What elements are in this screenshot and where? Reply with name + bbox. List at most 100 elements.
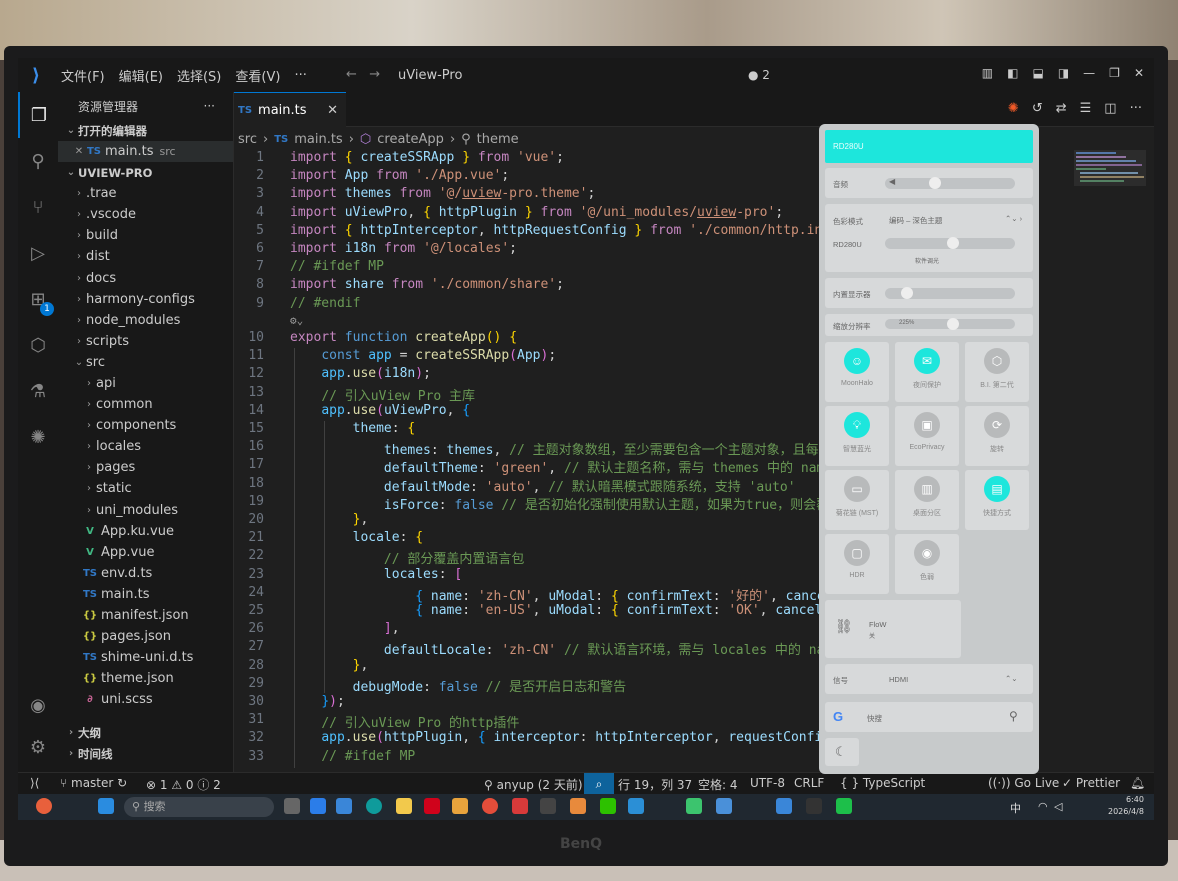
tree-item[interactable]: {} theme.json [58,668,233,689]
window-title[interactable]: uView-Pro [398,68,462,83]
quick-tile[interactable]: ▣ EcoPrivacy [895,406,959,466]
tree-item[interactable]: {} pages.json [58,626,233,647]
volume-slider[interactable]: ◀ [885,177,1015,189]
project-section[interactable]: ⌄ UVIEW-PRO [58,162,233,183]
open-editors-section[interactable]: ⌄ 打开的编辑器 [58,120,233,141]
tree-item[interactable]: › node_modules [58,310,233,331]
minimap[interactable] [1074,150,1146,210]
nav-arrows[interactable]: ← → [346,67,380,82]
vscode-taskbar-icon[interactable] [628,798,644,814]
close-icon[interactable]: ✕ [1134,66,1144,80]
tree-item[interactable]: ⌄ src [58,352,233,373]
tree-item[interactable]: TS env.d.ts [58,563,233,584]
chevron-up-down-icon[interactable]: ⌃⌄ [1005,674,1018,683]
taskbar-search[interactable]: ⚲ 搜索 [124,797,274,817]
indentation[interactable]: 空格: 4 [698,776,738,793]
quick-tile[interactable]: ▤ 快捷方式 [965,470,1029,530]
language-mode[interactable]: { } TypeScript [840,776,925,790]
more-actions-icon[interactable]: ··· [204,99,215,113]
breadcrumb-function[interactable]: createApp [377,132,444,147]
changes-badge[interactable]: ● 2 [748,68,770,82]
testing-icon[interactable]: ⚗ [18,368,58,414]
task-view-icon[interactable] [284,798,300,814]
app-icon[interactable] [452,798,468,814]
chevron-icon[interactable]: ⌃⌄ › [1005,214,1022,223]
source-control-icon[interactable]: ⑂ [18,184,58,230]
layout-icon[interactable]: ▥ [982,66,993,80]
tree-item[interactable]: V App.vue [58,542,233,563]
prettier-status[interactable]: ✓ Prettier [1062,776,1120,790]
tree-item[interactable]: › harmony-configs [58,289,233,310]
tree-item[interactable]: › static [58,478,233,499]
menu-file[interactable]: 文件(F) [54,66,112,85]
quick-tile[interactable]: ▭ 菊花链 (MST) [825,470,889,530]
quick-tile[interactable]: ▥ 桌面分区 [895,470,959,530]
remote-icon[interactable]: ⬡ [18,322,58,368]
sidebar-toggle-icon[interactable]: ◧ [1007,66,1018,80]
remote-indicator-icon[interactable]: ⟩⟨ [30,776,39,790]
git-blame[interactable]: ⚲ anyup (2 天前) [484,776,583,793]
breadcrumb-folder[interactable]: src [238,132,257,147]
tree-item[interactable]: › docs [58,267,233,288]
tree-item[interactable]: › common [58,394,233,415]
tree-item[interactable]: › api [58,373,233,394]
color-mode-value[interactable]: 编码 – 深色主题 [889,215,942,226]
settings-gear-icon[interactable]: ⚙ [18,724,58,770]
wps-icon[interactable] [512,798,528,814]
timeline-section[interactable]: › 时间线 [58,743,234,764]
dark-mode-button[interactable]: ☾ [825,738,859,766]
tree-item[interactable]: TS shime-uni.d.ts [58,647,233,668]
tree-item[interactable]: › components [58,415,233,436]
run-debug-icon[interactable]: ▷ [18,230,58,276]
ime-indicator[interactable]: 中 [1010,800,1021,816]
git-branch[interactable]: ⑂ master ↻ [60,776,127,790]
ai-assistant-icon[interactable]: ✺ [18,414,58,460]
compare-icon[interactable]: ⇄ [1056,101,1067,116]
tree-item[interactable]: › build [58,225,233,246]
slider-knob[interactable] [947,318,959,330]
app-icon[interactable] [336,798,352,814]
tab-main-ts[interactable]: TS main.ts ✕ [234,92,346,127]
brightness-slider[interactable] [885,237,1015,249]
wifi-icon[interactable]: ◠ [1038,800,1048,813]
problems-indicator[interactable]: ⊗ 1 ⚠ 0 ⓘ 2 [146,776,221,793]
tree-item[interactable]: TS main.ts [58,584,233,605]
search-icon[interactable]: ⚲ [18,138,58,184]
menu-view[interactable]: 查看(V) [228,66,287,85]
builtin-brightness-slider[interactable] [885,287,1015,299]
slider-knob[interactable] [901,287,913,299]
quick-tile[interactable]: ◉ 色弱 [895,534,959,594]
zoom-icon[interactable]: ⌕ [584,773,614,795]
tree-item[interactable]: › uni_modules [58,500,233,521]
tree-item[interactable]: › .trae [58,183,233,204]
line-ending[interactable]: CRLF [794,776,824,790]
slider-knob[interactable] [947,237,959,249]
quick-tile[interactable]: ☺ MoonHalo [825,342,889,402]
restore-icon[interactable]: ❐ [1109,66,1120,80]
edge-browser-icon[interactable] [366,798,382,814]
breadcrumb-property[interactable]: theme [477,132,519,147]
notifications-bell-icon[interactable]: 🔔︎ [1130,776,1145,790]
tree-item[interactable]: › locales [58,436,233,457]
breadcrumb-file[interactable]: main.ts [294,132,342,147]
secondary-sidebar-icon[interactable]: ◨ [1058,66,1069,80]
hbuilder-icon[interactable] [686,798,702,814]
search-icon[interactable]: ⚲ [1009,709,1018,723]
cursor-position[interactable]: 行 19，列 37 [618,776,692,793]
quick-tile[interactable]: ⟳ 旋转 [965,406,1029,466]
ai-spark-icon[interactable]: ✺ [1008,101,1019,116]
history-icon[interactable]: ↺ [1032,101,1043,116]
more-icon[interactable]: ··· [1130,101,1142,116]
panel-toggle-icon[interactable]: ⬓ [1032,66,1043,80]
start-menu-icon[interactable] [98,798,114,814]
app-icon[interactable] [310,798,326,814]
tree-item[interactable]: › scripts [58,331,233,352]
system-clock[interactable]: 6:40 2026/4/8 [1108,794,1144,818]
scale-slider[interactable]: 225% [885,318,1015,330]
terminal-icon[interactable] [540,798,556,814]
tab-close-icon[interactable]: ✕ [327,103,338,118]
app-icon[interactable] [836,798,852,814]
codelens-icon[interactable]: ⚙⌄ [290,314,303,327]
quick-tile[interactable]: ⬡ B.I. 第二代 [965,342,1029,402]
list-icon[interactable]: ☰ [1080,101,1092,116]
